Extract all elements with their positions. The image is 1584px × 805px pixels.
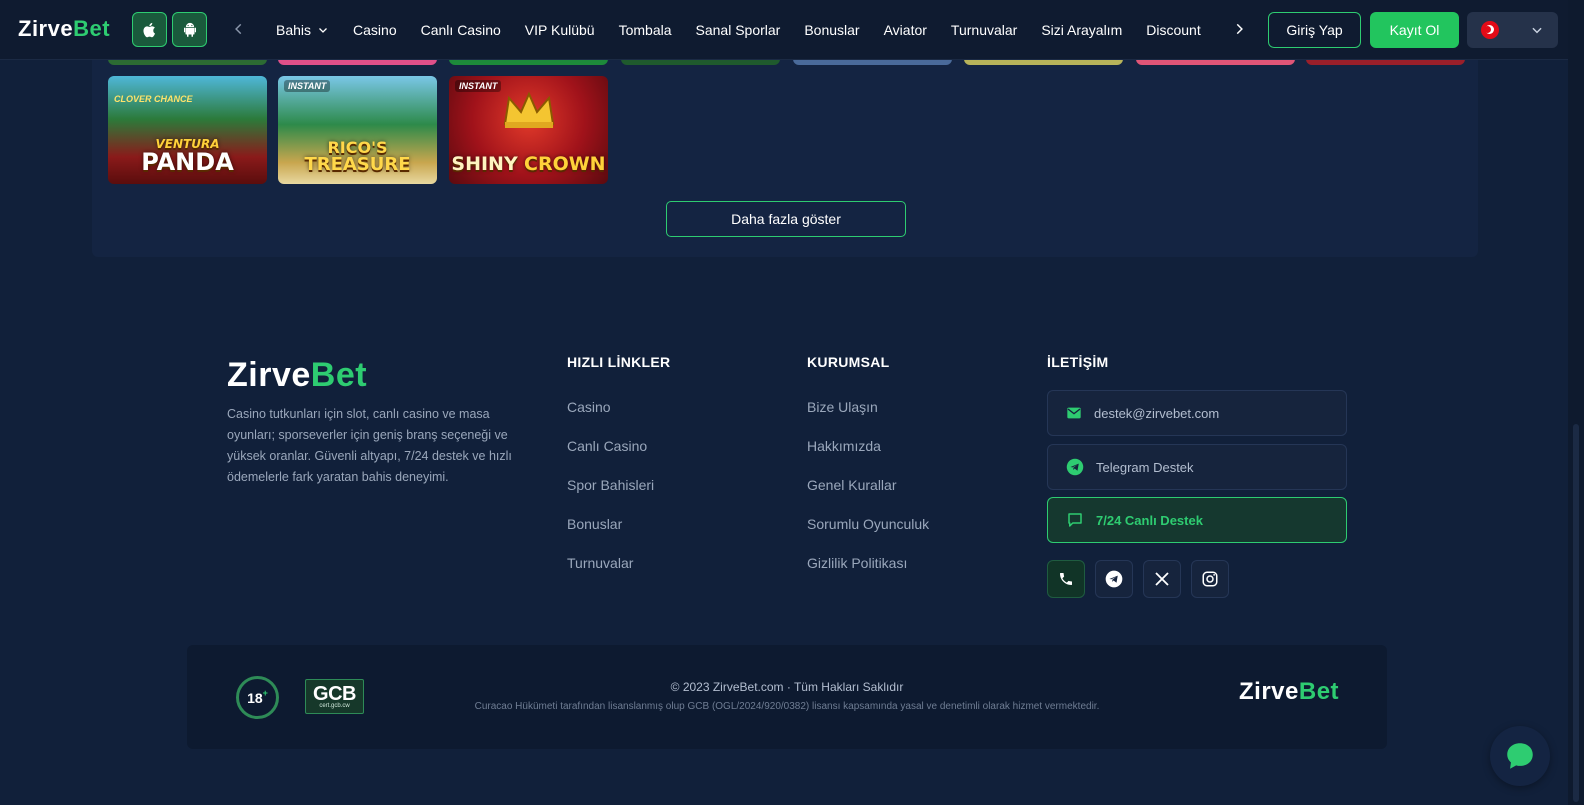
footer-description: Casino tutkunları için slot, canlı casin… [227,407,512,484]
game-card-shiny-crown[interactable]: INSTANT SHINY CROWN [449,76,608,184]
brand-logo-part: Zirve [227,356,311,394]
mail-icon [1067,407,1081,419]
game-card-ventura-panda[interactable]: CLOVER CHANCE VENTURA PANDA [108,76,267,184]
game-title-line: SHINY [451,153,518,175]
brand-logo[interactable]: ZirveBet [18,16,110,42]
footer-link-sorumlu-oyunculuk[interactable]: Sorumlu Oyunculuk [807,516,929,532]
nav-item-discount[interactable]: Discount [1134,22,1212,38]
nav-item-canli-casino[interactable]: Canlı Casino [409,22,513,38]
telegram-icon [1105,570,1123,588]
live-chat-widget-button[interactable] [1490,726,1550,786]
footer-link-bonuslar[interactable]: Bonuslar [567,516,622,532]
game-card-ricos-treasure[interactable]: INSTANT RICO'S TREASURE [278,76,437,184]
footer-link-canli-casino[interactable]: Canlı Casino [567,438,647,454]
nav-item-partial[interactable]: Af [1213,22,1214,38]
quick-links-title: HIZLI LİNKLER [567,354,671,370]
footer-link-hakkimizda[interactable]: Hakkımızda [807,438,881,454]
bottom-logo: ZirveBet [1239,678,1339,706]
brand-logo-part: Bet [310,356,368,394]
game-badge: INSTANT [455,80,502,92]
game-title: RICO'S TREASURE [304,140,410,174]
footer-logo[interactable]: ZirveBet [227,356,367,395]
chat-bubble-icon [1068,513,1082,527]
footer-link-genel-kurallar[interactable]: Genel Kurallar [807,477,897,493]
show-more-button[interactable]: Daha fazla göster [666,201,906,237]
instagram-social-button[interactable] [1191,560,1229,598]
email-text: destek@zirvebet.com [1094,405,1220,421]
footer-link-turnuvalar[interactable]: Turnuvalar [567,555,633,571]
brand-logo-part: Bet [1298,678,1340,705]
language-selector[interactable] [1467,12,1558,48]
nav-prev-arrow[interactable] [228,18,250,40]
telegram-social-button[interactable] [1095,560,1133,598]
footer-link-bize-ulasin[interactable]: Bize Ulaşın [807,399,878,415]
footer-link-casino[interactable]: Casino [567,399,611,415]
scrollbar-thumb[interactable] [1573,424,1579,802]
footer-bottom-bar: 18 + GCB cert.gcb.cw © 2023 ZirveBet.com … [187,645,1387,749]
live-support-text: 7/24 Canlı Destek [1096,512,1203,528]
telegram-contact[interactable]: Telegram Destek [1047,444,1347,490]
game-badge: INSTANT [284,80,331,92]
live-support-button[interactable]: 7/24 Canlı Destek [1047,497,1347,543]
chevron-down-icon [319,28,327,33]
chevron-left-icon [235,23,242,35]
nav-item-bahis[interactable]: Bahis [264,22,341,38]
nav-item-casino[interactable]: Casino [341,22,409,38]
game-title-line: CROWN [524,153,606,175]
license-text: Curacao Hükümeti tarafından lisanslanmış… [474,701,1100,712]
android-app-button[interactable] [172,12,207,47]
chevron-right-icon [1236,23,1243,35]
apple-icon [142,22,155,37]
game-title-line: PANDA [141,148,234,176]
telegram-text: Telegram Destek [1096,459,1194,475]
nav-label: Bahis [276,22,312,38]
nav-next-arrow[interactable] [1228,18,1250,40]
game-title: SHINY CROWN [451,155,605,174]
email-contact[interactable]: destek@zirvebet.com [1047,390,1347,436]
footer-link-gizlilik[interactable]: Gizlilik Politikası [807,555,907,571]
nav-item-bonuslar[interactable]: Bonuslar [792,22,871,38]
nav-item-tombala[interactable]: Tombala [607,22,684,38]
page-scrollbar[interactable] [1568,0,1584,805]
brand-logo-part: Bet [73,16,111,41]
telegram-icon [1066,458,1084,476]
phone-social-button[interactable] [1047,560,1085,598]
chat-icon [1507,743,1533,769]
copyright-text: © 2023 ZirveBet.com · Tüm Hakları Saklıd… [670,680,904,694]
android-icon [183,22,196,37]
nav-item-sizi-arayalim[interactable]: Sizi Arayalım [1029,22,1134,38]
contact-title: İLETİŞİM [1047,354,1109,370]
ios-app-button[interactable] [132,12,167,47]
top-header: ZirveBet Bahis Casino Canlı Casino VIP K… [0,0,1568,60]
instagram-icon [1202,571,1218,587]
game-badge: CLOVER CHANCE [114,94,193,104]
crown-icon [501,90,557,130]
x-social-button[interactable] [1143,560,1181,598]
x-logo-icon [1155,572,1169,586]
main-nav: Bahis Casino Canlı Casino VIP Kulübü Tom… [264,0,1214,60]
nav-item-aviator[interactable]: Aviator [872,22,939,38]
nav-item-turnuvalar[interactable]: Turnuvalar [939,22,1029,38]
login-button[interactable]: Giriş Yap [1268,12,1361,48]
chevron-down-icon [1532,27,1542,34]
game-title-line: TREASURE [304,154,411,175]
brand-logo-part: Zirve [1239,678,1299,705]
phone-icon [1060,573,1072,585]
footer-link-spor-bahisleri[interactable]: Spor Bahisleri [567,477,654,493]
brand-logo-part: Zirve [18,16,74,41]
turkey-flag-icon [1481,21,1499,39]
nav-item-vip[interactable]: VIP Kulübü [513,22,607,38]
nav-item-sanal-sporlar[interactable]: Sanal Sporlar [684,22,793,38]
corporate-title: KURUMSAL [807,354,890,370]
game-title: VENTURA PANDA [141,138,234,174]
register-button[interactable]: Kayıt Ol [1370,12,1459,48]
